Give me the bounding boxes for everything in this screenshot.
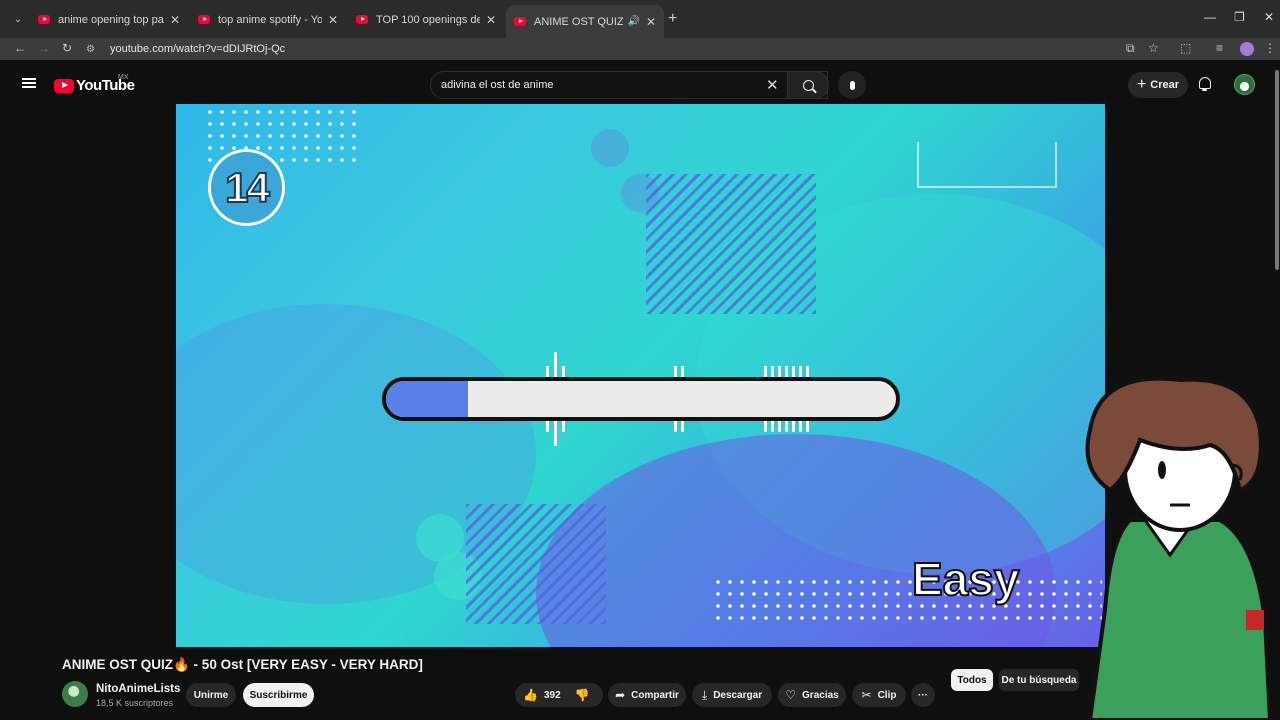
video-title: ANIME OST QUIZ🔥 - 50 Ost [VERY EASY - VE… (62, 657, 423, 672)
download-label: Descargar (713, 689, 763, 701)
site-info-icon[interactable]: ⚙ (86, 44, 102, 55)
thumbs-up-icon[interactable]: 👍 (523, 688, 538, 702)
minimize-icon[interactable]: — (1204, 10, 1216, 24)
chip-all[interactable]: Todos (951, 669, 993, 691)
forward-arrow-icon[interactable]: → (38, 41, 50, 55)
youtube-logo[interactable]: YouTube MX (54, 74, 135, 94)
reload-icon[interactable]: ↻ (62, 41, 72, 55)
browser-tab-2[interactable]: top anime spotify - YouTube ✕ (190, 7, 346, 32)
url-text: youtube.com/watch?v=dDIJRtOj-Qc (110, 43, 286, 55)
extensions-icon[interactable]: ⬚ (1180, 41, 1191, 55)
tab-title: anime opening top party rank (58, 13, 164, 26)
bookmark-star-icon[interactable]: ☆ (1148, 41, 1159, 55)
download-button[interactable]: ⤓ Descargar (692, 683, 772, 707)
like-dislike-group: 👍 392 👎 (515, 683, 603, 707)
youtube-favicon-icon (198, 15, 210, 24)
quiz-timer-fill (386, 381, 468, 417)
dot-pattern (712, 576, 1102, 624)
create-button[interactable]: + Crear (1128, 72, 1188, 98)
question-number-badge: 14 (208, 149, 285, 226)
subscriber-count: 18,5 K suscriptores (96, 698, 174, 708)
region-code: MX (118, 74, 129, 81)
install-app-icon[interactable]: ⧉ (1126, 41, 1135, 56)
join-button[interactable]: Unirme (186, 683, 236, 707)
scissors-icon: ✂ (861, 688, 872, 702)
tab-title: ANIME OST QUIZ🔥 - 50 Os (534, 16, 624, 28)
microphone-icon (849, 80, 855, 90)
bg-circle (591, 129, 629, 167)
clip-button[interactable]: ✂ Clip (852, 683, 906, 707)
tab-title: TOP 100 openings de anime m (376, 13, 480, 26)
quiz-timer-bar (382, 377, 900, 421)
voice-search-button[interactable] (838, 71, 866, 99)
browser-tab-3[interactable]: TOP 100 openings de anime m ✕ (348, 7, 504, 32)
browser-profile-icon[interactable] (1240, 42, 1254, 56)
download-icon: ⤓ (701, 687, 708, 702)
account-avatar[interactable] (1234, 74, 1255, 95)
close-tab-icon[interactable]: ✕ (486, 13, 496, 27)
thanks-button[interactable]: ♡ Gracias (778, 683, 846, 707)
more-actions-button[interactable]: ··· (911, 683, 935, 707)
browser-menu-icon[interactable]: ⋮ (1264, 41, 1276, 55)
restore-icon[interactable]: ❐ (1234, 10, 1245, 24)
close-tab-icon[interactable]: ✕ (646, 15, 656, 29)
search-icon (802, 79, 814, 91)
clip-label: Clip (877, 689, 897, 701)
subscribe-button[interactable]: Suscribirme (243, 683, 314, 707)
address-bar-row: ← → ↻ ⚙ youtube.com/watch?v=dDIJRtOj-Qc … (0, 38, 1280, 60)
share-button[interactable]: ➦ Compartir (608, 683, 686, 707)
clear-search-icon[interactable]: ✕ (766, 76, 779, 94)
share-arrow-icon: ➦ (615, 688, 626, 702)
chip-from-search[interactable]: De tu búsqueda (999, 669, 1079, 691)
youtube-favicon-icon (38, 15, 50, 24)
browser-tab-active[interactable]: ANIME OST QUIZ🔥 - 50 Os 🔊 ✕ (506, 5, 664, 38)
channel-avatar[interactable] (62, 681, 88, 707)
plus-icon: + (1136, 76, 1147, 93)
youtube-play-icon (54, 78, 74, 93)
streamer-avatar-overlay (1085, 376, 1273, 720)
tab-title: top anime spotify - YouTube (218, 13, 322, 26)
window-close-icon[interactable]: ✕ (1264, 10, 1274, 24)
youtube-favicon-icon (356, 15, 368, 24)
thanks-label: Gracias (802, 689, 839, 701)
back-arrow-icon[interactable]: ← (14, 41, 26, 55)
browser-tab-1[interactable]: anime opening top party rank ✕ (30, 7, 188, 32)
close-tab-icon[interactable]: ✕ (328, 13, 338, 27)
create-label: Crear (1150, 79, 1180, 91)
menu-hamburger-icon[interactable] (22, 78, 36, 88)
url-field[interactable]: ⚙ youtube.com/watch?v=dDIJRtOj-Qc (86, 39, 1166, 59)
share-label: Compartir (631, 689, 679, 701)
video-player[interactable]: 14 Easy (176, 104, 1105, 647)
search-button[interactable] (787, 71, 829, 99)
search-query-text: adivina el ost de anime (441, 79, 554, 91)
channel-name[interactable]: NitoAnimeLists (96, 683, 180, 695)
speaker-icon[interactable]: 🔊 (627, 16, 639, 27)
media-control-icon[interactable]: ≡ (1216, 41, 1223, 55)
browser-tab-strip: ⌄ anime opening top party rank ✕ top ani… (0, 0, 1280, 38)
notifications-bell-icon[interactable] (1199, 77, 1211, 91)
new-tab-icon[interactable]: + (668, 10, 677, 28)
close-tab-icon[interactable]: ✕ (170, 13, 180, 27)
difficulty-label: Easy (911, 552, 1020, 606)
thumbs-down-icon[interactable]: 👎 (575, 688, 590, 702)
stripe-pattern (466, 504, 606, 624)
like-count[interactable]: 392 (544, 690, 561, 701)
tab-search-chevron-icon[interactable]: ⌄ (8, 9, 28, 29)
stripe-pattern (646, 174, 816, 314)
page-scrollbar[interactable] (1275, 70, 1279, 270)
youtube-favicon-icon (514, 17, 526, 26)
deco-frame (917, 142, 1057, 188)
thanks-heart-icon: ♡ (785, 688, 797, 702)
